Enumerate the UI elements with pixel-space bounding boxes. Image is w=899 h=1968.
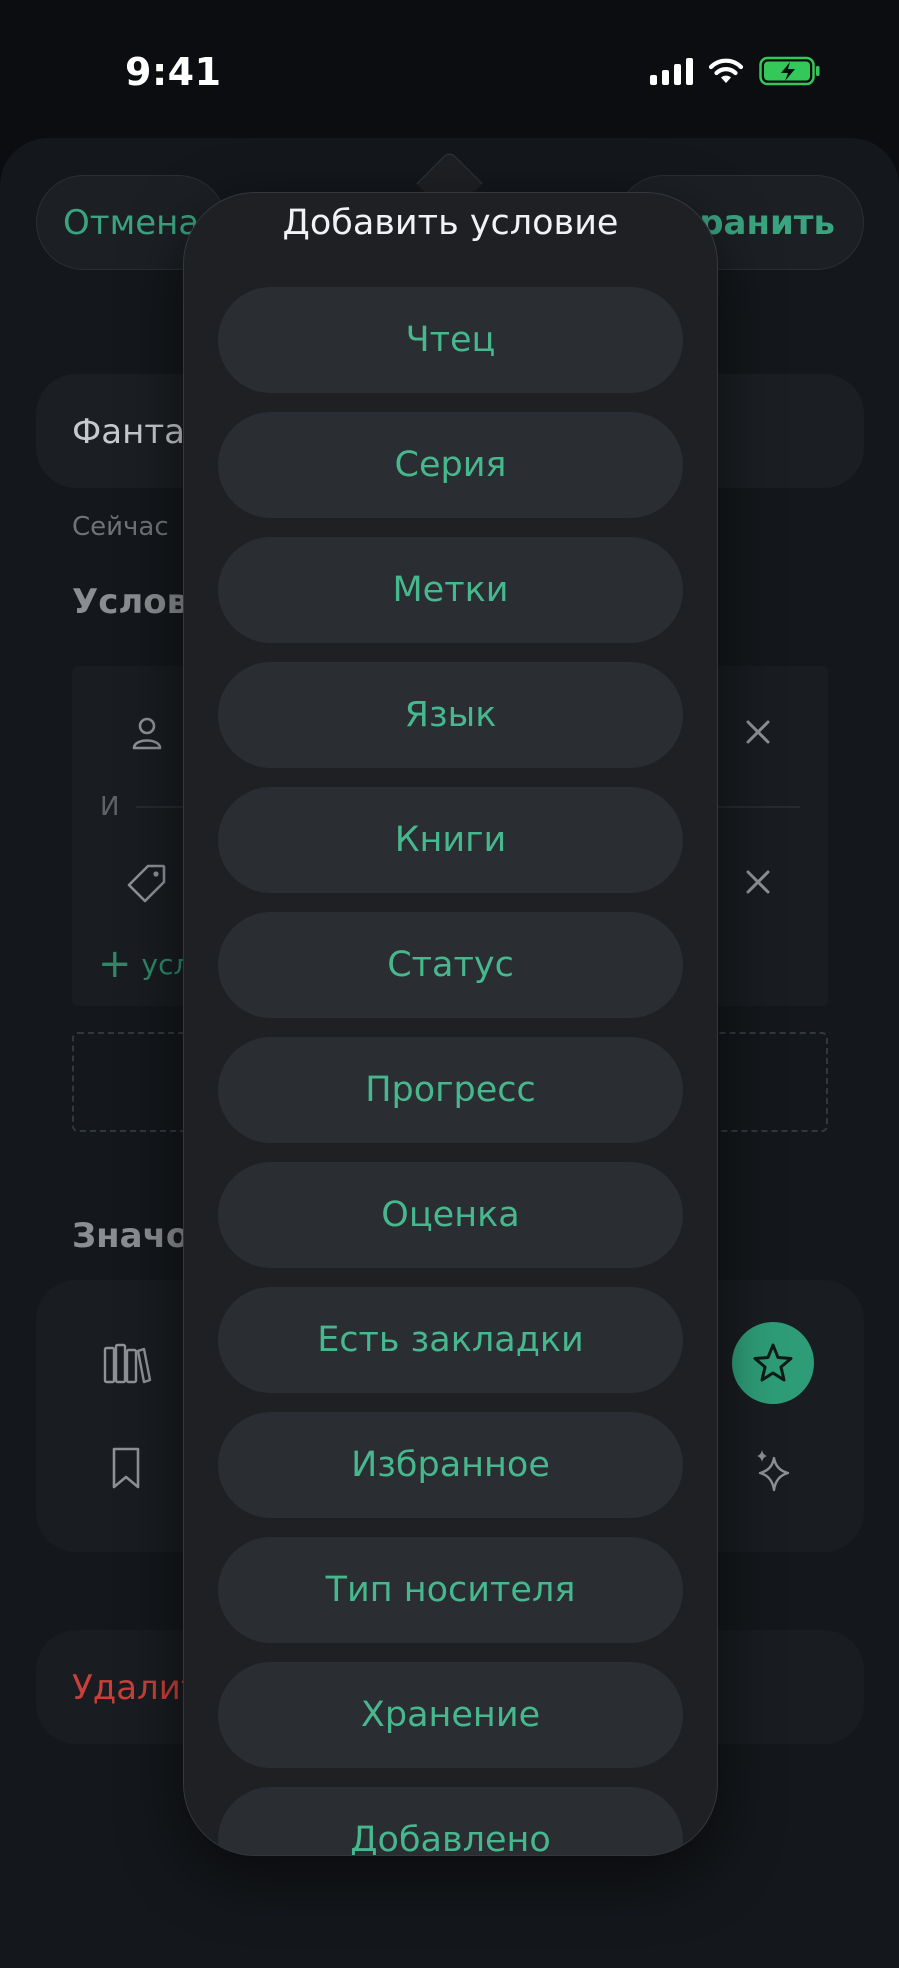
tag-icon: [127, 864, 166, 903]
hint-text: Сейчас: [72, 512, 169, 542]
option-progress[interactable]: Прогресс: [218, 1037, 683, 1143]
close-icon[interactable]: [742, 716, 774, 748]
bookmark-icon[interactable]: [110, 1446, 142, 1490]
option-media-type[interactable]: Тип носителя: [218, 1537, 683, 1643]
sparkles-icon[interactable]: [752, 1448, 794, 1494]
person-icon: [132, 717, 162, 750]
option-rating[interactable]: Оценка: [218, 1162, 683, 1268]
close-icon[interactable]: [742, 866, 774, 898]
star-icon: [753, 1343, 793, 1382]
option-tags[interactable]: Метки: [218, 537, 683, 643]
option-storage[interactable]: Хранение: [218, 1662, 683, 1768]
status-bar: 9:41: [0, 0, 899, 140]
and-label: И: [100, 792, 120, 822]
add-condition-popover: Добавить условие Чтец Серия Метки Язык К…: [183, 192, 718, 1856]
option-status[interactable]: Статус: [218, 912, 683, 1018]
battery-charging-icon: [759, 56, 820, 86]
option-language[interactable]: Язык: [218, 662, 683, 768]
star-icon-selected[interactable]: [732, 1322, 814, 1404]
option-series[interactable]: Серия: [218, 412, 683, 518]
option-books[interactable]: Книги: [218, 787, 683, 893]
status-icons: [650, 56, 821, 86]
option-date-added[interactable]: Добавлено: [218, 1787, 683, 1855]
cellular-signal-icon: [650, 57, 693, 85]
wifi-icon: [708, 58, 744, 83]
option-has-bookmarks[interactable]: Есть закладки: [218, 1287, 683, 1393]
popover-title: Добавить условие: [282, 203, 619, 243]
status-time: 9:41: [125, 50, 222, 94]
option-narrator[interactable]: Чтец: [218, 287, 683, 393]
books-icon[interactable]: [102, 1342, 152, 1384]
option-favorites[interactable]: Избранное: [218, 1412, 683, 1518]
plus-icon: +: [98, 941, 132, 987]
